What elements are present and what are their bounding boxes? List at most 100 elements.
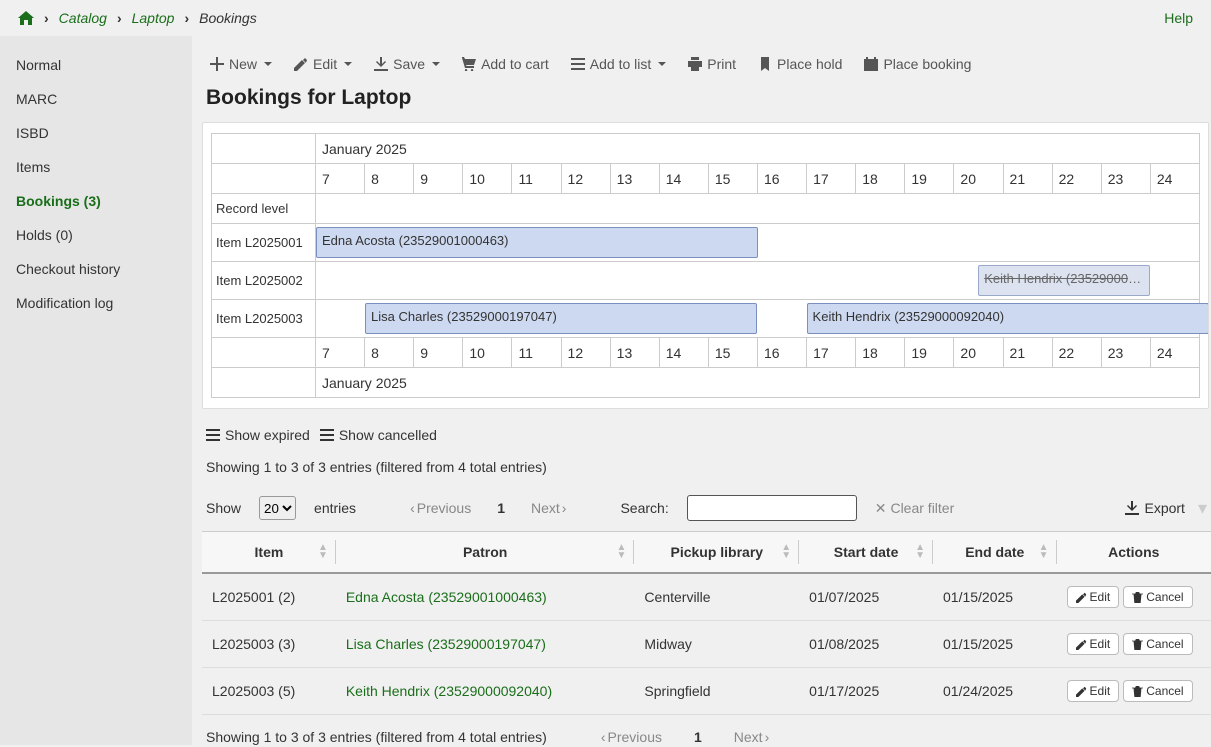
previous-button-bottom[interactable]: ‹ Previous (601, 729, 662, 745)
place-booking-button[interactable]: Place booking (864, 56, 971, 72)
sidebar-item-bookings[interactable]: Bookings (3) (0, 184, 192, 218)
calendar-day-header: 21 (1003, 164, 1052, 194)
booking-bar[interactable]: Edna Acosta (23529001000463) (316, 227, 758, 258)
breadcrumb-catalog[interactable]: Catalog (59, 10, 107, 26)
cell-pickup: Midway (634, 621, 799, 668)
cancel-row-button[interactable]: Cancel (1123, 633, 1192, 655)
cart-icon (462, 57, 476, 71)
sidebar: NormalMARCISBDItemsBookings (3)Holds (0)… (0, 36, 192, 745)
sidebar-item-marc[interactable]: MARC (0, 82, 192, 116)
sidebar-item-normal[interactable]: Normal (0, 48, 192, 82)
breadcrumb-bar: › Catalog › Laptop › Bookings Help (0, 0, 1211, 36)
booking-bar[interactable]: Lisa Charles (23529000197047) (365, 303, 757, 334)
pencil-icon (1076, 686, 1087, 697)
calendar-day-header: 12 (561, 164, 610, 194)
home-icon[interactable] (18, 11, 34, 25)
trash-icon (1132, 686, 1143, 697)
patron-link[interactable]: Lisa Charles (23529000197047) (346, 636, 546, 652)
trash-icon (1132, 639, 1143, 650)
dt-controls-bottom: Showing 1 to 3 of 3 entries (filtered fr… (202, 715, 1211, 745)
table-row: L2025003 (3)Lisa Charles (23529000197047… (202, 621, 1211, 668)
add-to-list-label: Add to list (590, 56, 651, 72)
clear-filter-button[interactable]: ✕ Clear filter (875, 500, 955, 517)
cell-end: 01/15/2025 (933, 621, 1057, 668)
calendar-day-header: 14 (659, 338, 708, 368)
sidebar-item-items[interactable]: Items (0, 150, 192, 184)
place-hold-button[interactable]: Place hold (758, 56, 842, 72)
sort-icon: ▲▼ (617, 544, 627, 560)
sort-icon: ▲▼ (781, 544, 791, 560)
record-level-row: Record level (212, 194, 316, 224)
cancel-row-button[interactable]: Cancel (1123, 586, 1192, 608)
calendar-day-header: 18 (856, 164, 905, 194)
calendar-icon (864, 57, 878, 71)
col-pickup[interactable]: Pickup library▲▼ (634, 532, 799, 574)
search-input[interactable] (687, 495, 857, 521)
calendar-day-header: 24 (1150, 338, 1199, 368)
calendar-row-track: Lisa Charles (23529000197047)Keith Hendr… (316, 300, 1200, 338)
col-end[interactable]: End date▲▼ (933, 532, 1057, 574)
add-to-cart-button[interactable]: Add to cart (462, 56, 549, 72)
patron-link[interactable]: Edna Acosta (23529001000463) (346, 589, 547, 605)
sidebar-item-isbd[interactable]: ISBD (0, 116, 192, 150)
calendar-day-header: 11 (512, 338, 561, 368)
calendar-day-header: 24 (1150, 164, 1199, 194)
col-item[interactable]: Item▲▼ (202, 532, 336, 574)
calendar-day-header: 10 (463, 164, 512, 194)
next-button[interactable]: Next › (531, 500, 566, 516)
calendar-day-header: 15 (708, 164, 757, 194)
col-patron[interactable]: Patron▲▼ (336, 532, 635, 574)
calendar-month-label: January 2025 (316, 134, 1200, 164)
calendar-day-header: 23 (1101, 164, 1150, 194)
calendar-day-header: 16 (757, 338, 806, 368)
sidebar-item-checkout-history[interactable]: Checkout history (0, 252, 192, 286)
table-row: L2025003 (5)Keith Hendrix (2352900009204… (202, 668, 1211, 715)
calendar-row-track: Edna Acosta (23529001000463) (316, 224, 1200, 262)
save-button[interactable]: Save (374, 56, 440, 72)
show-cancelled-button[interactable]: Show cancelled (320, 427, 437, 443)
cell-pickup: Centerville (634, 573, 799, 621)
calendar-day-header: 7 (316, 164, 365, 194)
export-button[interactable]: Export ▾ (1125, 498, 1207, 519)
edit-row-button[interactable]: Edit (1067, 633, 1120, 655)
cell-pickup: Springfield (634, 668, 799, 715)
search-label: Search: (620, 500, 668, 516)
show-expired-label: Show expired (225, 427, 310, 443)
sidebar-item-modification-log[interactable]: Modification log (0, 286, 192, 320)
show-expired-button[interactable]: Show expired (206, 427, 310, 443)
patron-link[interactable]: Keith Hendrix (23529000092040) (346, 683, 552, 699)
col-actions[interactable]: Actions (1057, 532, 1211, 574)
breadcrumb-sep: › (117, 10, 122, 26)
breadcrumb-item[interactable]: Laptop (132, 10, 175, 26)
main-area: New Edit Save Add to cart Add to list Pr… (192, 36, 1211, 745)
cancel-row-button[interactable]: Cancel (1123, 680, 1192, 702)
print-button[interactable]: Print (688, 56, 736, 72)
booking-bar[interactable]: Keith Hendrix (23529000092040) (978, 265, 1150, 296)
edit-row-button[interactable]: Edit (1067, 680, 1120, 702)
booking-bar[interactable]: Keith Hendrix (23529000092040) (807, 303, 1208, 334)
list-icon (320, 429, 334, 441)
calendar-day-header: 20 (954, 338, 1003, 368)
current-page-bottom: 1 (686, 729, 710, 745)
cell-end: 01/15/2025 (933, 573, 1057, 621)
cell-end: 01/24/2025 (933, 668, 1057, 715)
edit-row-button[interactable]: Edit (1067, 586, 1120, 608)
add-to-list-button[interactable]: Add to list (571, 56, 666, 72)
trash-icon (1132, 592, 1143, 603)
edit-button[interactable]: Edit (294, 56, 352, 72)
calendar-day-header: 11 (512, 164, 561, 194)
sidebar-item-holds[interactable]: Holds (0) (0, 218, 192, 252)
col-start[interactable]: Start date▲▼ (799, 532, 933, 574)
plus-icon (210, 57, 224, 71)
next-button-bottom[interactable]: Next › (734, 729, 769, 745)
cell-start: 01/07/2025 (799, 573, 933, 621)
previous-button[interactable]: ‹ Previous (410, 500, 471, 516)
calendar-day-header: 8 (365, 164, 414, 194)
calendar-day-header: 8 (365, 338, 414, 368)
help-link[interactable]: Help (1164, 10, 1193, 26)
entries-select[interactable]: 20 (259, 496, 296, 520)
calendar-day-header: 20 (954, 164, 1003, 194)
page-title: Bookings for Laptop (202, 86, 1211, 122)
new-button[interactable]: New (210, 56, 272, 72)
caret-down-icon (264, 62, 272, 66)
